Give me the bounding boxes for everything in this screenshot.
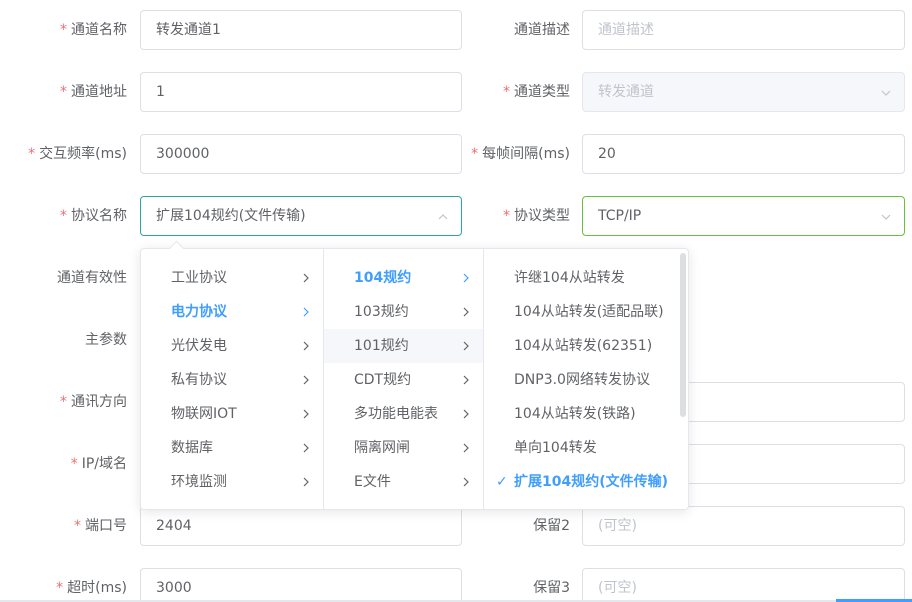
cascader-node[interactable]: 单向104转发 [484,431,688,465]
timeout-input[interactable]: 3000 [140,568,462,602]
cascader-node-label: DNP3.0网络转发协议 [514,372,650,388]
chevron-right-icon [301,397,311,431]
chevron-right-icon [301,329,311,363]
cascader-node-label: 私有协议 [171,372,227,388]
channel-type-select: 转发通道 [582,72,905,112]
reserve3-label: 保留3 [533,580,570,596]
cascader-node[interactable]: 多功能电能表 [324,397,483,431]
cascader-node-label: 单向104转发 [514,440,597,456]
cascader-node[interactable]: 104从站转发(适配品联) [484,295,688,329]
port-label: * 端口号 [74,518,127,534]
cascader-node[interactable]: 电力协议 [141,295,323,329]
form-row-timeout: * 超时(ms) 3000 保留3 (可空) [0,568,912,602]
reserve2-label: 保留2 [533,518,570,534]
protocol-type-label: * 协议类型 [503,208,570,224]
cascader-node-label: 许继104从站转发 [514,270,625,286]
reserve3-input[interactable]: (可空) [582,568,905,602]
channel-addr-label: * 通道地址 [60,84,127,100]
chevron-right-icon [301,465,311,499]
interact-freq-input[interactable]: 300000 [140,134,462,174]
form-row-interact-freq: * 交互频率(ms) 300000 * 每帧间隔(ms) 20 [0,134,912,174]
cascader-node[interactable]: ✓ 扩展104规约(文件传输) [484,465,688,499]
cascader-node-label: CDT规约 [354,372,412,388]
cascader-node-label: 104规约 [354,270,412,286]
port-input[interactable]: 2404 [140,506,462,546]
cascader-node-label: 电力协议 [171,304,227,320]
chevron-right-icon [461,295,471,329]
cascader-node-label: 物联网IOT [171,406,237,422]
cascader-menu-protocol: 许继104从站转发 104从站转发(适配品联) 104从站转发(62351) DNP3… [484,249,688,509]
cascader-node[interactable]: 101规约 [324,329,483,363]
channel-desc-input[interactable]: 通道描述 [582,10,905,50]
cascader-node[interactable]: 104从站转发(62351) [484,329,688,363]
protocol-cascader-dropdown: 工业协议电力协议光伏发电私有协议物联网IOT 数据库环境监测 104规约 103规约… [140,248,689,510]
cascader-node-label: 多功能电能表 [354,406,438,422]
cascader-menu-protocol-family: 104规约 103规约 101规约 CDT规约多功能电能表 隔离网闸 E文件 [324,249,484,509]
cascader-node[interactable]: 数据库 [141,431,323,465]
cascader-node-label: 103规约 [354,304,409,320]
cascader-scrollbar[interactable] [680,253,686,417]
cascader-node[interactable]: 私有协议 [141,363,323,397]
cascader-node-label: 104从站转发(62351) [514,338,653,354]
cascader-node-label: E文件 [354,474,391,490]
channel-valid-label: 通道有效性 [57,270,127,286]
timeout-label: * 超时(ms) [56,580,127,596]
cascader-node-label: 环境监测 [171,474,227,490]
cascader-node-label: 数据库 [171,440,213,456]
chevron-down-icon [880,73,892,111]
chevron-right-icon [461,363,471,397]
chevron-right-icon [461,431,471,465]
cascader-node[interactable]: 隔离网闸 [324,431,483,465]
cascader-node-label: 工业协议 [171,270,227,286]
cascader-node[interactable]: 光伏发电 [141,329,323,363]
form-row-protocol: * 协议名称 扩展104规约(文件传输) * 协议类型 TCP/IP [0,196,912,236]
channel-addr-input[interactable]: 1 [140,72,462,112]
cascader-node-label: 隔离网闸 [354,440,410,456]
chevron-right-icon [301,261,311,295]
cascader-node[interactable]: 103规约 [324,295,483,329]
chevron-right-icon [301,295,311,329]
ip-label: * IP/域名 [70,456,127,472]
protocol-type-select[interactable]: TCP/IP [582,196,905,236]
form-row-port: * 端口号 2404 保留2 (可空) [0,506,912,546]
chevron-right-icon [461,261,471,295]
cascader-node[interactable]: 104规约 [324,261,483,295]
form-row-channel-name: * 通道名称 转发通道1 通道描述 通道描述 [0,10,912,50]
check-icon: ✓ [496,474,508,490]
channel-name-label: * 通道名称 [60,22,127,38]
main-param-label: 主参数 [85,332,127,348]
channel-name-input[interactable]: 转发通道1 [140,10,462,50]
cascader-node[interactable]: 许继104从站转发 [484,261,688,295]
cascader-node[interactable]: 104从站转发(铁路) [484,397,688,431]
interact-freq-label: * 交互频率(ms) [28,146,127,162]
chevron-right-icon [461,397,471,431]
cascader-node-label: 104从站转发(铁路) [514,406,636,422]
cascader-node[interactable]: DNP3.0网络转发协议 [484,363,688,397]
form-row-channel-addr: * 通道地址 1 * 通道类型 转发通道 [0,72,912,112]
channel-type-label: * 通道类型 [503,84,570,100]
cascader-menu-category: 工业协议电力协议光伏发电私有协议物联网IOT 数据库环境监测 [141,249,324,509]
comm-direction-label: * 通讯方向 [60,394,127,410]
protocol-name-cascader[interactable]: 扩展104规约(文件传输) [140,196,462,236]
cascader-node[interactable]: 工业协议 [141,261,323,295]
cascader-node-label: 扩展104规约(文件传输) [514,474,669,490]
cascader-node[interactable]: CDT规约 [324,363,483,397]
reserve2-input[interactable]: (可空) [582,506,905,546]
chevron-right-icon [301,431,311,465]
chevron-down-icon [880,197,892,235]
channel-desc-label: 通道描述 [514,22,570,38]
cascader-node[interactable]: E文件 [324,465,483,499]
chevron-up-icon [437,197,449,235]
protocol-name-label: * 协议名称 [60,208,127,224]
cascader-node-label: 104从站转发(适配品联) [514,304,664,320]
chevron-right-icon [461,465,471,499]
cascader-node-label: 101规约 [354,338,409,354]
cascader-node[interactable]: 物联网IOT [141,397,323,431]
frame-interval-input[interactable]: 20 [582,134,905,174]
cascader-node[interactable]: 环境监测 [141,465,323,499]
chevron-right-icon [461,329,471,363]
cascader-node-label: 光伏发电 [171,338,227,354]
chevron-right-icon [301,363,311,397]
frame-interval-label: * 每帧间隔(ms) [471,146,570,162]
